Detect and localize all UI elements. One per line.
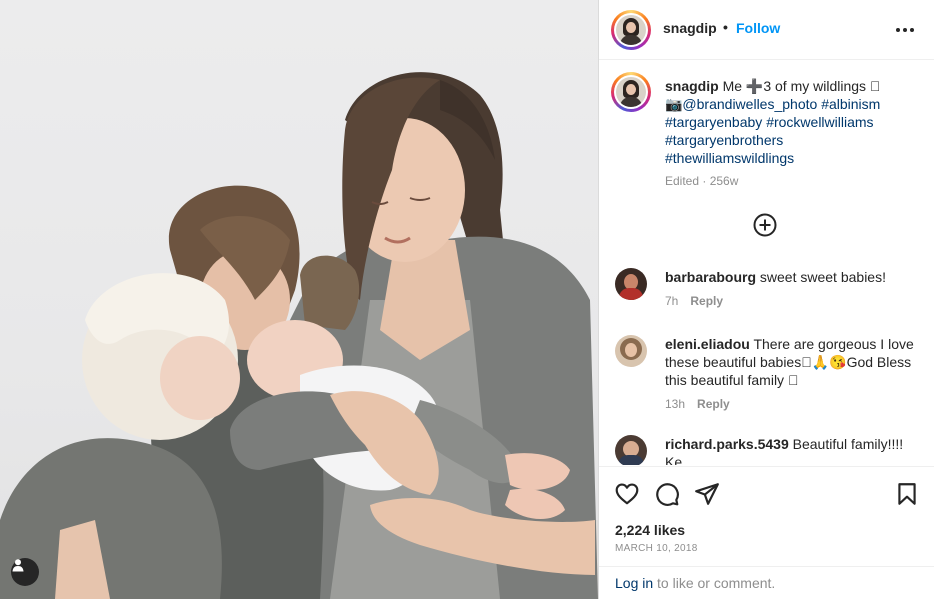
load-more-comments-icon[interactable]	[753, 213, 777, 237]
post-sidebar: snagdip • Follow snagdip Me ➕3 of my wil…	[598, 0, 934, 599]
comment-item: barbarabourg sweet sweet babies! 7h Reply	[615, 268, 925, 316]
comment-item: eleni.eliadou There are gorgeous I love …	[615, 335, 925, 415]
commenter-avatar[interactable]	[615, 435, 647, 465]
heart-icon[interactable]	[614, 481, 640, 507]
author-avatar[interactable]	[611, 10, 651, 50]
more-options-icon	[896, 28, 900, 32]
hashtag-targaryenbaby[interactable]: #targaryenbaby	[665, 114, 762, 130]
save-icon[interactable]	[894, 481, 920, 507]
comment-text: sweet sweet babies!	[759, 269, 886, 285]
comment-age: 13h	[665, 397, 686, 411]
comments-scroll-area[interactable]: snagdip Me ➕3 of my wildlings 🏽 📷@brandi…	[599, 60, 934, 465]
comment-age: 7h	[665, 294, 679, 308]
comment-body: eleni.eliadou There are gorgeous I love …	[665, 335, 923, 389]
separator-dot: •	[723, 19, 728, 35]
instagram-post: snagdip • Follow snagdip Me ➕3 of my wil…	[0, 0, 934, 599]
family-photo-illustration	[0, 72, 598, 599]
tag-user-icon	[12, 559, 24, 572]
reply-button[interactable]: Reply	[690, 294, 723, 308]
caption-photographer-mention[interactable]: 📷@brandiwelles_photo	[665, 96, 817, 112]
more-options-button[interactable]	[896, 28, 914, 32]
post-caption: snagdip Me ➕3 of my wildlings 🏽 📷@brandi…	[665, 77, 921, 167]
caption-meta: Edited · 256w	[665, 174, 739, 188]
post-actions: 2,224 likes MARCH 10, 2018	[599, 466, 934, 554]
comment-username[interactable]: eleni.eliadou	[665, 336, 750, 352]
comment-username[interactable]: richard.parks.5439	[665, 436, 789, 452]
login-prompt-text: to like or comment.	[653, 575, 776, 591]
share-icon[interactable]	[694, 481, 720, 507]
caption-username[interactable]: snagdip	[665, 78, 719, 94]
comment-body: barbarabourg sweet sweet babies!	[665, 268, 923, 286]
hashtag-targaryenbrothers[interactable]: #targaryenbrothers	[665, 132, 783, 148]
commenter-avatar[interactable]	[615, 268, 647, 300]
comment-username[interactable]: barbarabourg	[665, 269, 756, 285]
author-username[interactable]: snagdip	[663, 20, 717, 36]
comment-icon[interactable]	[654, 481, 680, 507]
hashtag-albinism[interactable]: #albinism	[821, 96, 880, 112]
follow-button[interactable]: Follow	[736, 20, 780, 36]
login-link[interactable]: Log in	[615, 575, 653, 591]
likes-count[interactable]: 2,224 likes	[615, 522, 685, 538]
comment-body: richard.parks.5439 Beautiful family!!!! …	[665, 435, 923, 465]
post-header: snagdip • Follow	[599, 0, 934, 60]
hashtag-thewilliamswildlings[interactable]: #thewilliamswildlings	[665, 150, 794, 166]
tag-user-button[interactable]	[11, 558, 39, 586]
hashtag-rockwellwilliams[interactable]: #rockwellwilliams	[766, 114, 873, 130]
comment-item: richard.parks.5439 Beautiful family!!!! …	[615, 435, 925, 465]
reply-button[interactable]: Reply	[697, 397, 730, 411]
caption-author-avatar[interactable]	[611, 72, 651, 112]
comment-meta: 7h Reply	[665, 294, 723, 308]
comment-meta: 13h Reply	[665, 397, 730, 411]
post-date: MARCH 10, 2018	[615, 543, 698, 554]
post-photo[interactable]	[0, 0, 598, 599]
login-prompt: Log in to like or comment.	[599, 566, 934, 599]
caption-text: Me ➕3 of my wildlings 🏽	[722, 78, 881, 94]
commenter-avatar[interactable]	[615, 335, 647, 367]
